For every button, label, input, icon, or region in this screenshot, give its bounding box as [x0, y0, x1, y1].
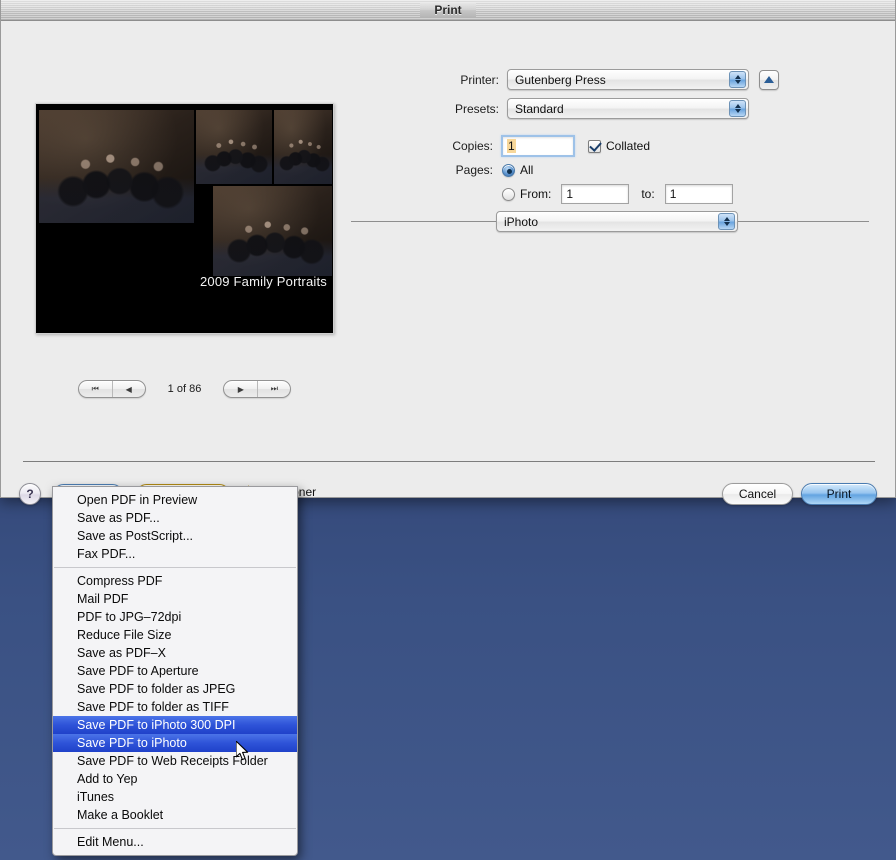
menu-item[interactable]: Make a Booklet — [53, 806, 297, 824]
copies-label: Copies: — [452, 139, 493, 153]
preview-caption: 2009 Family Portraits — [199, 274, 327, 289]
menu-item[interactable]: Save PDF to Web Receipts Folder — [53, 752, 297, 770]
chevron-down-icon — [734, 109, 741, 113]
presets-select[interactable]: Standard — [507, 98, 749, 119]
chevron-up-icon — [734, 104, 741, 108]
menu-item[interactable]: Save as PostScript... — [53, 527, 297, 545]
menu-item[interactable]: Save PDF to folder as JPEG — [53, 680, 297, 698]
previous-page-button[interactable]: ◀ — [111, 381, 145, 397]
pages-label: Pages: — [455, 163, 493, 177]
triangle-up-icon — [764, 76, 774, 83]
menu-separator — [54, 567, 296, 568]
presets-label: Presets: — [454, 101, 499, 116]
collated-label: Collated — [606, 139, 651, 153]
last-page-button[interactable]: ⏭ — [257, 381, 290, 397]
menu-item[interactable]: Save PDF to folder as TIFF — [53, 698, 297, 716]
chevron-updown-icon — [729, 100, 746, 117]
menu-item[interactable]: Save PDF to iPhoto — [53, 734, 297, 752]
chevron-up-icon — [723, 217, 730, 221]
printer-select[interactable]: Gutenberg Press — [507, 69, 749, 90]
chevron-up-icon — [734, 75, 741, 79]
presets-selected-value: Standard — [515, 101, 564, 116]
preview-collage: 2009 Family Portraits — [36, 104, 333, 333]
pages-from-value: 1 — [566, 187, 574, 201]
print-module-select[interactable]: iPhoto — [496, 211, 738, 232]
page-indicator: 1 of 86 — [167, 383, 202, 395]
pages-from-input[interactable]: 1 — [561, 184, 630, 204]
menu-item[interactable]: Reduce File Size — [53, 626, 297, 644]
printer-label: Printer: — [460, 72, 499, 87]
print-preview: 2009 Family Portraits — [35, 103, 334, 334]
pages-range-radio[interactable] — [502, 187, 515, 201]
pages-all-label: All — [520, 163, 534, 177]
preview-photo-main — [39, 110, 194, 223]
print-button[interactable]: Print — [801, 483, 877, 505]
menu-item[interactable]: Fax PDF... — [53, 545, 297, 563]
menu-item[interactable]: Save PDF to Aperture — [53, 662, 297, 680]
cancel-button[interactable]: Cancel — [722, 483, 793, 505]
menu-separator — [54, 828, 296, 829]
dialog-body: 2009 Family Portraits ⏮ ◀ 1 of 86 ▶ ⏭ Pr… — [1, 21, 895, 505]
menu-item[interactable]: Save as PDF–X — [53, 644, 297, 662]
preview-photo-bottom-right — [213, 186, 332, 276]
pages-to-input[interactable]: 1 — [664, 184, 733, 204]
page-navigation: ⏮ ◀ 1 of 86 ▶ ⏭ — [35, 379, 334, 399]
chevron-updown-icon — [718, 213, 735, 230]
pages-to-label: to: — [641, 187, 655, 201]
window-title: Print — [420, 3, 476, 17]
nav-group-back: ⏮ ◀ — [77, 380, 146, 398]
first-page-button[interactable]: ⏮ — [79, 381, 112, 397]
pages-all-row: Pages: All — [431, 163, 534, 177]
copies-row: Copies: 1 Collated — [431, 135, 650, 157]
printer-info-button[interactable] — [759, 69, 779, 90]
bottom-divider — [23, 461, 875, 462]
printer-row: Printer: Gutenberg Press — [431, 69, 779, 90]
preview-photo-top-right — [274, 110, 332, 184]
menu-item[interactable]: Compress PDF — [53, 572, 297, 590]
nav-group-forward: ▶ ⏭ — [223, 380, 292, 398]
printer-selected-value: Gutenberg Press — [515, 72, 606, 87]
next-page-button[interactable]: ▶ — [224, 381, 257, 397]
pages-from-label: From: — [520, 187, 552, 201]
copies-input[interactable]: 1 — [501, 135, 575, 157]
print-module-value: iPhoto — [504, 214, 539, 229]
menu-item[interactable]: Open PDF in Preview — [53, 491, 297, 509]
chevron-down-icon — [734, 80, 741, 84]
presets-row: Presets: Standard — [431, 98, 749, 119]
window-titlebar[interactable]: Print — [1, 0, 895, 21]
help-button[interactable]: ? — [19, 483, 41, 505]
menu-item[interactable]: Add to Yep — [53, 770, 297, 788]
menu-item[interactable]: PDF to JPG–72dpi — [53, 608, 297, 626]
menu-item[interactable]: Mail PDF — [53, 590, 297, 608]
pages-range-row: From: 1 to: 1 — [431, 184, 733, 204]
menu-item[interactable]: Save as PDF... — [53, 509, 297, 527]
chevron-down-icon — [723, 222, 730, 226]
preview-photo-top-center — [196, 110, 272, 184]
collated-checkbox[interactable] — [588, 139, 601, 153]
copies-value: 1 — [507, 139, 516, 153]
chevron-updown-icon — [729, 71, 746, 88]
menu-item[interactable]: iTunes — [53, 788, 297, 806]
menu-item[interactable]: Save PDF to iPhoto 300 DPI — [53, 716, 297, 734]
print-dialog: Print 2009 Family Portraits ⏮ ◀ 1 of 86 … — [0, 0, 896, 505]
pdf-dropdown-menu[interactable]: Open PDF in Preview Save as PDF... Save as… — [52, 486, 298, 856]
pages-to-value: 1 — [669, 187, 677, 201]
menu-item[interactable]: Edit Menu... — [53, 833, 297, 851]
pages-all-radio[interactable] — [502, 163, 515, 177]
